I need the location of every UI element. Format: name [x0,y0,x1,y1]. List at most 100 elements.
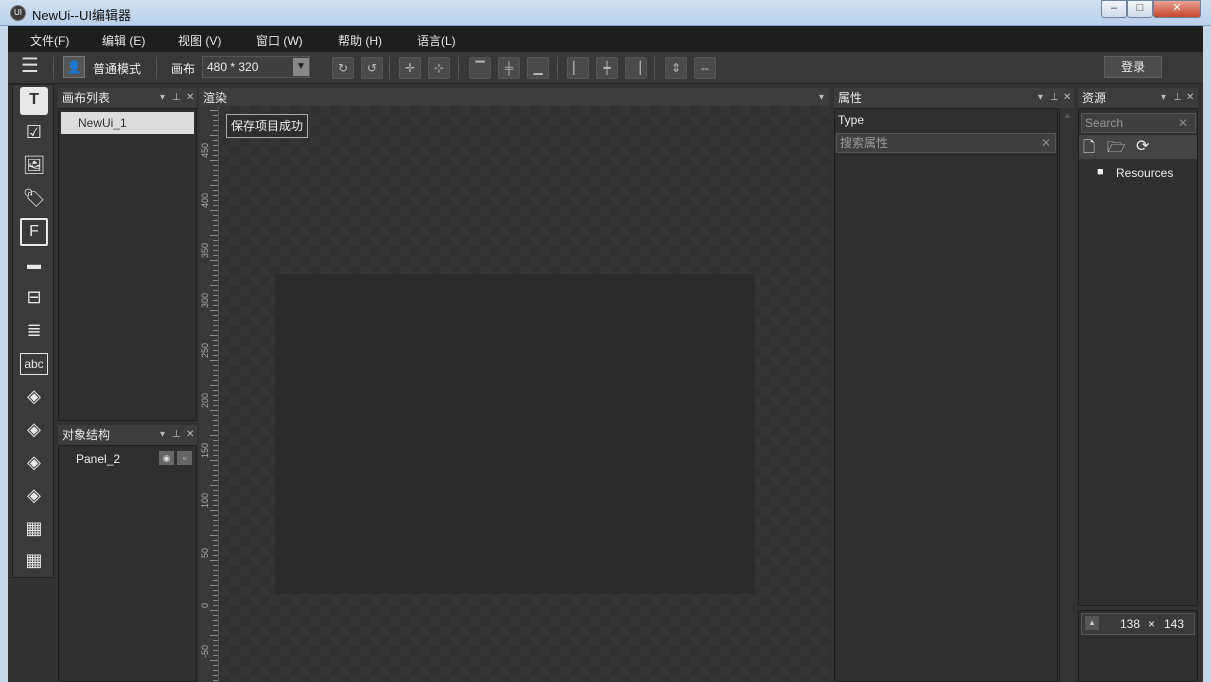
ruler-label: -50 [200,644,210,658]
ruler-tick [213,630,218,631]
pin-icon[interactable]: ⊥ [1050,88,1059,108]
ruler-tick [210,335,218,336]
close-icon[interactable]: ✕ [1063,88,1071,108]
align-top-icon[interactable]: ▔ [469,57,491,79]
canvas-size-value: 480 * 320 [207,60,259,74]
menu-help[interactable]: 帮助 (H) [338,32,382,49]
pin-icon[interactable]: ⊥ [1173,88,1182,108]
distribute-horizontal-icon[interactable]: ⇔ [694,57,716,79]
ruler-tick [213,275,218,276]
open-folder-icon[interactable]: 🗁 [1107,137,1126,162]
text-tool-icon[interactable]: T [20,87,48,115]
ruler-label: 100 [200,492,210,508]
rotate-cw-icon[interactable]: ↻ [332,57,354,79]
maximize-button[interactable]: □ [1127,0,1153,18]
render-header: 渲染 ▾ [199,88,829,108]
grid-widget-alt-tool-icon[interactable]: ▦ [20,547,48,575]
menu-language[interactable]: 语言(L) [417,32,456,49]
person-mode-icon[interactable]: 👤 [63,56,85,78]
panel-menu-icon[interactable]: ▾ [160,88,165,108]
lock-icon[interactable]: ▫ [177,451,192,465]
pin-icon[interactable]: ⊥ [172,88,181,108]
close-icon[interactable]: ✕ [1186,88,1194,108]
ruler-tick [213,370,218,371]
ruler-tick [213,550,218,551]
new-file-icon[interactable]: 🗋 [1083,137,1095,162]
panel-menu-icon[interactable]: ▾ [160,425,165,445]
resources-title: 资源 [1082,91,1107,105]
rotate-ccw-icon[interactable]: ↺ [361,57,383,79]
panel-menu-icon[interactable]: ▾ [1161,88,1166,108]
ruler-tick [213,320,218,321]
align-center-icon[interactable]: ┿ [596,57,618,79]
collapse-icon[interactable]: ▲ [1085,616,1099,630]
image-tool-icon[interactable]: 🖼 [20,152,48,180]
ruler-tick [213,590,218,591]
minimize-button[interactable]: – [1101,0,1127,18]
menu-edit[interactable]: 编辑 (E) [102,32,145,49]
ruler-tick [213,665,218,666]
ruler-tick [213,575,218,576]
center-anchor-icon[interactable]: ✛ [399,57,421,79]
close-icon[interactable]: ✕ [186,88,194,108]
ruler-tick [213,195,218,196]
close-icon[interactable]: ✕ [186,425,194,445]
distribute-vertical-icon[interactable]: ⇕ [665,57,687,79]
align-bottom-icon[interactable]: ▁ [527,57,549,79]
window-title: NewUi--UI编辑器 [32,8,131,23]
panel-menu-icon[interactable]: ▾ [819,88,824,108]
tag-tool-icon[interactable]: 🏷 [20,185,48,213]
ruler-tick [213,380,218,381]
ruler-tick [213,375,218,376]
mode-label[interactable]: 普通模式 [93,60,141,77]
clear-icon[interactable]: ✕ [1041,134,1051,152]
checkbox-tool-icon[interactable]: ☑ [20,119,48,147]
clear-icon[interactable]: ✕ [1178,114,1188,132]
font-tool-icon[interactable]: F [20,218,48,246]
hamburger-menu-icon[interactable]: ☰ [21,56,41,76]
ruler-tick [213,365,218,366]
tree-node-label[interactable]: Panel_2 [76,452,120,466]
align-right-icon[interactable]: ▕ [625,57,647,79]
close-button[interactable]: ✕ [1153,0,1201,18]
ruler-tick [210,185,218,186]
eye-icon[interactable]: ◉ [159,451,174,465]
ruler-tick [213,280,218,281]
refresh-icon[interactable]: ⟳ [1136,136,1149,156]
ruler-tick [213,625,218,626]
ruler-tick [213,640,218,641]
align-left-icon[interactable]: ▏ [567,57,589,79]
ruler-tick [213,605,218,606]
ruler-tick [213,220,218,221]
menu-window[interactable]: 窗口 (W) [256,32,303,49]
menu-file[interactable]: 文件(F) [30,32,69,49]
layers-grid-tool-icon[interactable]: ◈ [20,449,48,477]
scroll-up-icon[interactable]: ▲ [1063,110,1072,120]
pin-icon[interactable]: ⊥ [172,425,181,445]
list-tool-icon[interactable]: ≣ [20,317,48,345]
ruler-tick [213,570,218,571]
canvas-list-item[interactable]: NewUi_1 [61,112,194,134]
properties-scrollbar[interactable]: ▲ [1059,108,1073,682]
align-middle-icon[interactable]: ╪ [498,57,520,79]
pivot-icon[interactable]: ⊹ [428,57,450,79]
vertical-ruler: 450 400 350 300 250 200 150 100 50 0 -50 [199,106,219,682]
resource-folder-item[interactable]: Resources [1116,166,1173,180]
input-tool-icon[interactable]: abc [20,353,48,375]
property-search-field[interactable]: 搜索属性 ✕ [836,133,1056,153]
layers-tool-icon[interactable]: ◈ [20,383,48,411]
layers-stack-tool-icon[interactable]: ◈ [20,482,48,510]
panel-menu-icon[interactable]: ▾ [1038,88,1043,108]
menu-view[interactable]: 视图 (V) [178,32,221,49]
slider-tool-icon[interactable]: ⊟ [20,284,48,312]
chevron-down-icon[interactable]: ▼ [293,58,309,76]
resource-search-field[interactable]: Search ✕ [1081,113,1196,133]
login-button[interactable]: 登录 [1104,56,1162,78]
ruler-tick [213,155,218,156]
grid-widget-tool-icon[interactable]: ▦ [20,515,48,543]
layers-add-tool-icon[interactable]: ◈ [20,416,48,444]
canvas-size-select[interactable]: 480 * 320 ▼ [202,56,310,78]
progress-bar-tool-icon[interactable]: ▬ [20,251,48,279]
design-canvas[interactable] [275,274,755,594]
ruler-tick [213,545,218,546]
